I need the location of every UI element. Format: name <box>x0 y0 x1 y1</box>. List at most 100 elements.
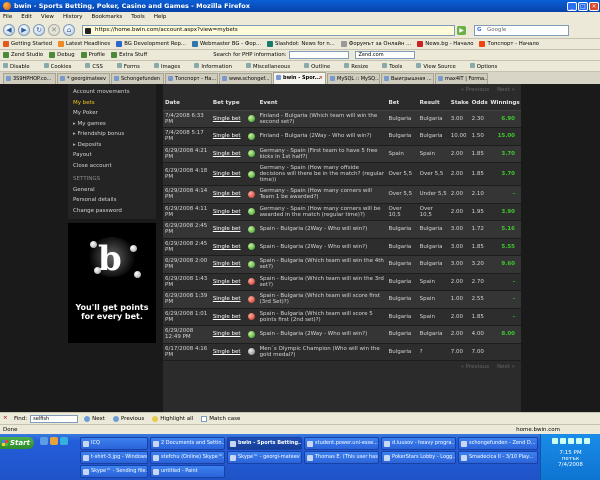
nav-item-friendship-bonus[interactable]: Friendship bonus <box>73 129 151 140</box>
skype-quicklaunch-icon[interactable] <box>60 437 68 445</box>
nav-item-deposits[interactable]: Deposits <box>73 140 151 151</box>
webdev-disable-menu[interactable]: Disable <box>3 62 37 70</box>
nav-item-my-bets[interactable]: My bets <box>73 98 151 109</box>
bet-type-link[interactable]: Single bet <box>210 220 247 239</box>
browser-tab[interactable]: Schongefunden <box>111 73 164 84</box>
match-case-checkbox[interactable]: Match case <box>201 415 240 422</box>
bet-type-link[interactable]: Single bet <box>210 308 247 326</box>
taskbar-window-button[interactable]: 2 Documents and Settin... <box>150 437 225 450</box>
webdev-tools-menu[interactable]: Tools <box>382 62 409 70</box>
browser-tab[interactable]: * georgimateev <box>57 73 110 84</box>
nav-item-personal-details[interactable]: Personal details <box>73 195 151 206</box>
taskbar-window-button[interactable]: Thomas E. (This user has... <box>304 451 379 464</box>
extra-stuff-button[interactable]: Extra Stuff <box>111 52 147 58</box>
webdev-view-source-menu[interactable]: View Source <box>416 62 462 70</box>
home-button[interactable]: ⌂ <box>63 24 75 36</box>
webdev-outline-menu[interactable]: Outline <box>304 62 337 70</box>
menu-edit[interactable]: Edit <box>21 14 32 20</box>
show-desktop-icon[interactable] <box>40 437 48 445</box>
bookmark-item[interactable]: Getting Started <box>3 41 52 47</box>
browser-tab[interactable]: Топспорт - На... <box>165 73 218 84</box>
taskbar-window-button[interactable]: schongefunden - Zend D... <box>458 437 538 450</box>
next-page-link[interactable]: Next » <box>497 87 515 93</box>
webdev-forms-menu[interactable]: Forms <box>116 62 147 70</box>
menu-file[interactable]: File <box>3 14 12 20</box>
bet-type-link[interactable]: Single bet <box>210 127 247 146</box>
php-search-input[interactable] <box>289 51 350 59</box>
browser-tab[interactable]: bwin - Spor... × <box>273 72 326 84</box>
bookmark-item[interactable]: Latest Headlines <box>57 41 110 47</box>
previous-page-link[interactable]: « Previous <box>461 364 489 370</box>
bet-type-link[interactable]: Single bet <box>210 145 247 163</box>
taskbar-window-button[interactable]: ICQ <box>80 437 148 450</box>
menu-help[interactable]: Help <box>154 14 167 20</box>
close-find-icon[interactable]: × <box>3 415 10 422</box>
profile-button[interactable]: Profile <box>80 52 105 58</box>
bookmark-item[interactable]: BG Development Rep... <box>116 41 186 47</box>
start-button[interactable]: Start <box>0 437 34 449</box>
browser-tab[interactable]: MySQL :: MySQ... <box>327 73 380 84</box>
nav-item-my-poker[interactable]: My Poker <box>73 108 151 119</box>
promo-banner[interactable]: b You'll get points for every bet. <box>68 223 156 343</box>
close-tab-icon[interactable]: × <box>319 73 323 83</box>
taskbar-window-button[interactable]: t-shirt-3.jpg - Windows P... <box>80 451 148 464</box>
reload-button[interactable]: ↻ <box>33 24 45 36</box>
webdev-information-menu[interactable]: Information <box>194 62 239 70</box>
zend-search-input[interactable]: Zend.com <box>355 51 416 59</box>
bet-type-link[interactable]: Single bet <box>210 203 247 221</box>
browser-tab[interactable]: 3S9HPHOP.co... <box>3 73 56 84</box>
nav-item-payout[interactable]: Payout <box>73 150 151 161</box>
close-window-button[interactable]: × <box>589 1 599 11</box>
nav-item-general[interactable]: General <box>73 185 151 196</box>
taskbar-window-button[interactable]: PokerStars Lobby - Logg... <box>381 451 456 464</box>
nav-item-my-games[interactable]: My games <box>73 119 151 130</box>
firefox-quicklaunch-icon[interactable] <box>50 437 58 445</box>
webdev-css-menu[interactable]: CSS <box>85 62 109 70</box>
webdev-miscellaneous-menu[interactable]: Miscellaneous <box>245 62 297 70</box>
find-input[interactable]: selfish <box>30 414 79 423</box>
bookmark-item[interactable]: News.bg - Начало <box>417 41 473 47</box>
bet-type-link[interactable]: Single bet <box>210 238 247 256</box>
webdev-options-menu[interactable]: Options <box>469 62 504 70</box>
find-next-button[interactable]: Next <box>84 415 105 422</box>
bet-type-link[interactable]: Single bet <box>210 255 247 274</box>
bookmark-item[interactable]: Форумът за Онлайн ... <box>340 41 411 47</box>
browser-tab[interactable]: www.schongef... <box>219 73 272 84</box>
taskbar-window-button[interactable]: stefchu (Online) Skype™... <box>150 451 225 464</box>
bet-type-link[interactable]: Single bet <box>210 325 247 344</box>
previous-page-link[interactable]: « Previous <box>461 87 489 93</box>
search-input[interactable]: Google <box>474 24 569 36</box>
bookmark-item[interactable]: Webmaster BG - Фор... <box>191 41 261 47</box>
taskbar-window-button[interactable]: untitled - Paint <box>150 465 225 478</box>
taskbar-window-button[interactable]: Skype™ - Sending file. D... <box>80 465 148 478</box>
bet-type-link[interactable]: Single bet <box>210 185 247 204</box>
menu-tools[interactable]: Tools <box>131 14 145 20</box>
bet-type-link[interactable]: Single bet <box>210 273 247 291</box>
bet-type-link[interactable]: Single bet <box>210 290 247 309</box>
browser-tab[interactable]: max4IT | Forma... <box>435 73 488 84</box>
zend-studio-button[interactable]: Zend Studio <box>3 52 43 58</box>
taskbar-window-button[interactable]: Smadecica II - 3/10 Play... <box>458 451 538 464</box>
stop-button[interactable]: ✕ <box>48 24 60 36</box>
debug-button[interactable]: Debug <box>49 52 75 58</box>
maximize-button[interactable]: □ <box>578 1 588 11</box>
bookmark-item[interactable]: Slashdot: News for n... <box>267 41 335 47</box>
nav-item-account-movements[interactable]: Account movements <box>73 87 151 98</box>
back-button[interactable]: ◀ <box>3 24 15 36</box>
taskbar-window-button[interactable]: Skype™ - georgi-mateev <box>227 451 302 464</box>
menu-history[interactable]: History <box>63 14 83 20</box>
taskbar-window-button[interactable]: student.power.uni-esse... <box>304 437 379 450</box>
bookmark-item[interactable]: Топспорт - Начало <box>479 41 539 47</box>
nav-item-close-account[interactable]: Close account <box>73 161 151 172</box>
menu-view[interactable]: View <box>41 14 54 20</box>
forward-button[interactable]: ▶ <box>18 24 30 36</box>
find-previous-button[interactable]: Previous <box>112 415 144 422</box>
browser-tab[interactable]: Выигрышная ... <box>381 73 434 84</box>
nav-item-change-password[interactable]: Change password <box>73 206 151 217</box>
webdev-images-menu[interactable]: Images <box>153 62 187 70</box>
webdev-resize-menu[interactable]: Resize <box>344 62 375 70</box>
go-button[interactable]: ▶ <box>457 25 466 35</box>
url-bar[interactable]: https://home.bwin.com/account.aspx?view=… <box>82 24 455 36</box>
next-page-link[interactable]: Next » <box>497 364 515 370</box>
bet-type-link[interactable]: Single bet <box>210 343 247 361</box>
